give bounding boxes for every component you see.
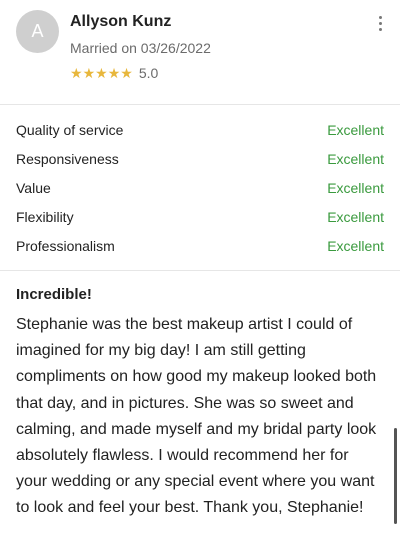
category-ratings: Quality of service Excellent Responsiven… — [0, 105, 400, 270]
star-rating: ★ ★ ★ ★ ★ — [70, 65, 133, 81]
rating-label: Professionalism — [16, 237, 115, 254]
review-title: Incredible! — [16, 286, 92, 303]
star-icon: ★ — [82, 65, 96, 81]
star-icon: ★ — [95, 65, 108, 81]
rating-status: Excellent — [327, 151, 384, 168]
rating-row-value: Value Excellent — [16, 174, 384, 203]
star-icon: ★ — [70, 65, 83, 81]
more-vertical-icon-dot — [378, 21, 382, 25]
star-icon: ★ — [107, 65, 121, 81]
overall-rating: ★ ★ ★ ★ ★ 5.0 — [70, 65, 158, 81]
avatar: A — [16, 10, 59, 53]
rating-label: Flexibility — [16, 208, 74, 225]
rating-row-flexibility: Flexibility Excellent — [16, 202, 384, 231]
rating-label: Quality of service — [16, 122, 124, 139]
rating-status: Excellent — [327, 237, 384, 254]
more-vertical-icon-dot — [378, 27, 382, 31]
rating-value: 5.0 — [138, 65, 159, 81]
more-options-button[interactable] — [372, 12, 388, 34]
married-date: Married on 03/26/2022 — [70, 40, 211, 56]
rating-status: Excellent — [327, 208, 384, 225]
rating-row-responsiveness: Responsiveness Excellent — [16, 145, 384, 174]
rating-row-professionalism: Professionalism Excellent — [16, 231, 384, 260]
review-header: A Allyson Kunz Married on 03/26/2022 ★ ★… — [0, 0, 400, 104]
rating-status: Excellent — [327, 122, 384, 139]
rating-label: Value — [16, 179, 51, 196]
review-body: Stephanie was the best makeup artist I c… — [16, 316, 377, 517]
rating-label: Responsiveness — [16, 151, 119, 168]
reviewer-name: Allyson Kunz — [70, 13, 172, 30]
more-vertical-icon — [378, 15, 382, 19]
rating-status: Excellent — [327, 179, 384, 196]
review-content: Incredible! Stephanie was the best makeu… — [0, 271, 400, 522]
star-icon: ★ — [120, 65, 133, 81]
scrollbar[interactable] — [394, 428, 397, 524]
rating-row-quality: Quality of service Excellent — [16, 116, 384, 145]
avatar-initial: A — [31, 21, 44, 41]
